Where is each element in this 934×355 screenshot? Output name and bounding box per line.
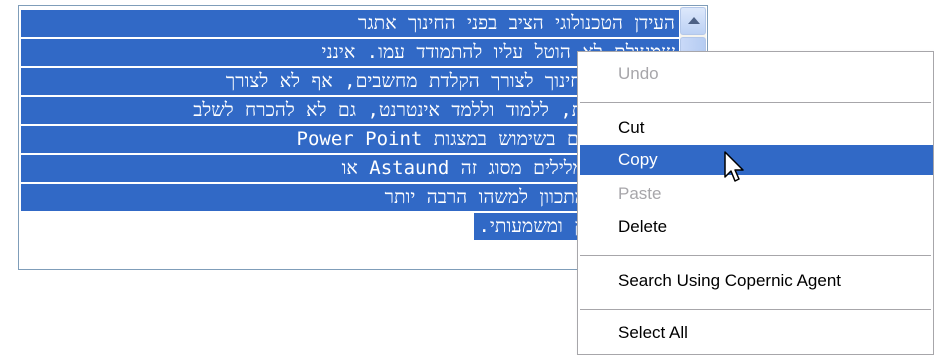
context-menu: Undo Cut Copy Paste Delete Search Using … — [577, 51, 934, 355]
text-line: העידן הטכנולוגי הציב בפני החינוך אתגר — [21, 9, 679, 38]
menu-item-select-all[interactable]: Select All — [580, 318, 933, 348]
chevron-up-icon — [688, 17, 700, 24]
menu-separator — [580, 255, 931, 256]
menu-item-copy[interactable]: Copy — [580, 145, 933, 175]
scroll-up-button[interactable] — [680, 7, 706, 35]
menu-separator — [580, 309, 931, 310]
menu-item-delete[interactable]: Delete — [580, 212, 933, 242]
menu-item-search-copernic[interactable]: Search Using Copernic Agent — [580, 266, 933, 296]
menu-item-undo[interactable]: Undo — [580, 59, 933, 89]
arrow-cursor-icon — [724, 151, 748, 191]
menu-separator — [580, 102, 931, 103]
menu-item-cut[interactable]: Cut — [580, 113, 933, 143]
menu-item-paste[interactable]: Paste — [580, 179, 933, 209]
